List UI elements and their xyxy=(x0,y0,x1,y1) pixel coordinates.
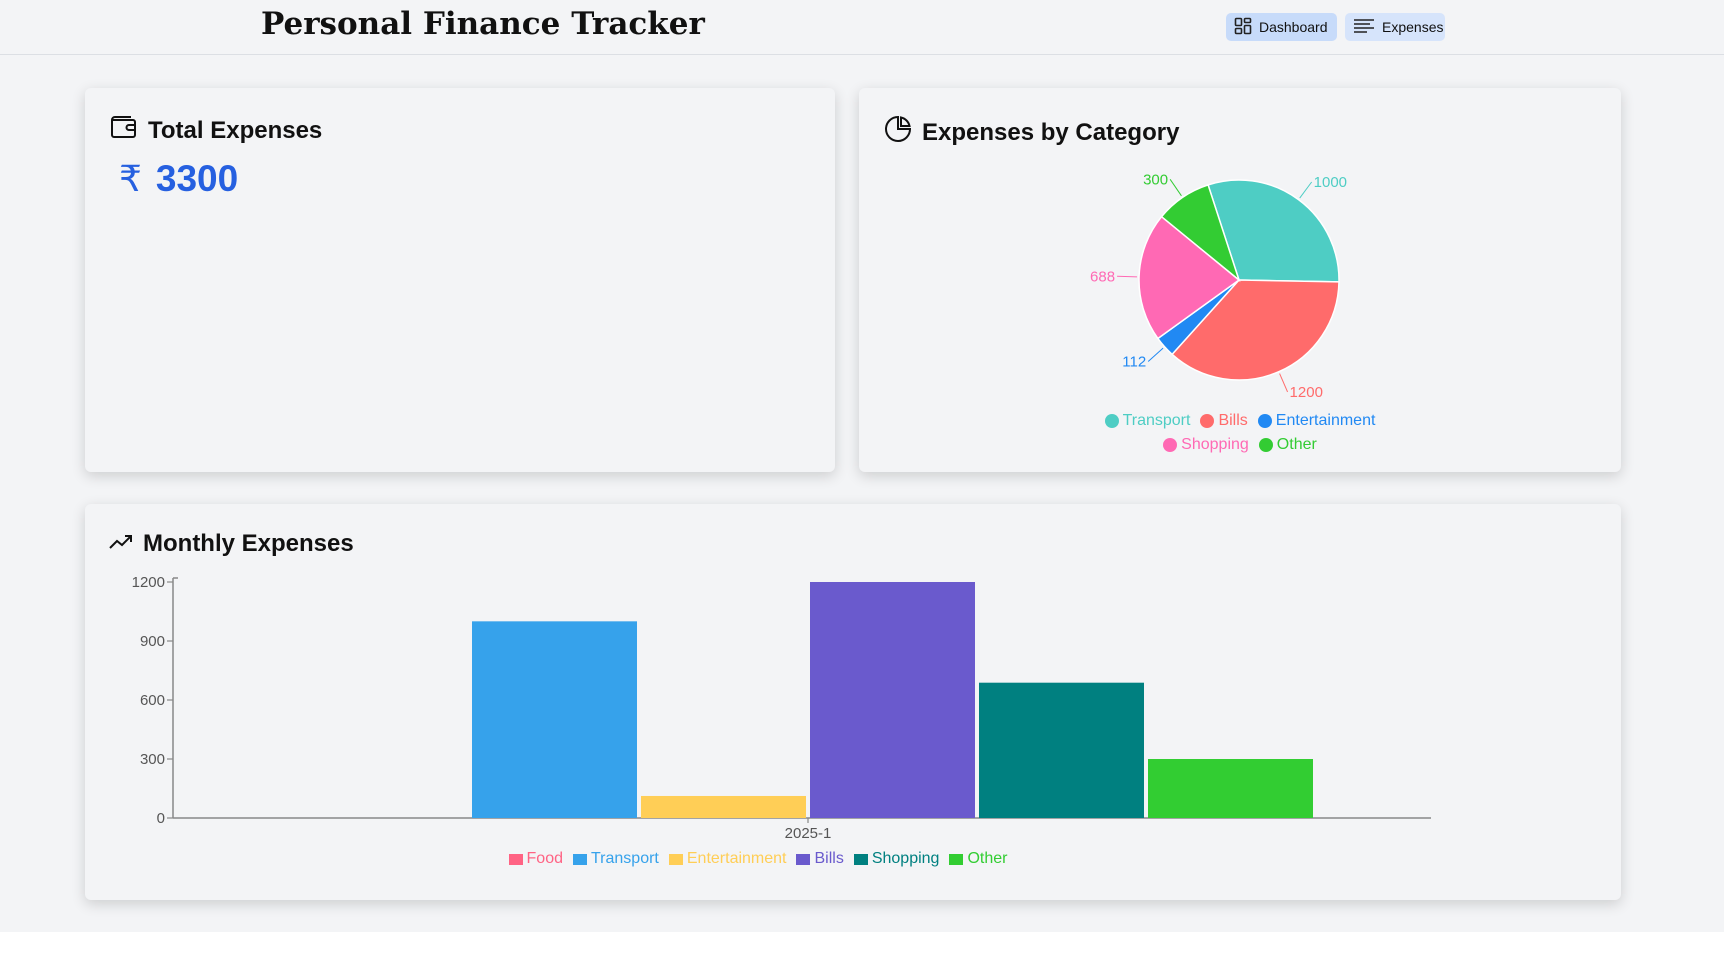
pie-label-line-bills xyxy=(1279,373,1289,393)
y-tick-label: 300 xyxy=(140,751,165,768)
monthly-bar-chart: 0 300 600 900 1200 2025-1 xyxy=(132,574,1431,842)
legend-label: Entertainment xyxy=(686,850,787,867)
bar-shopping[interactable] xyxy=(979,682,1144,818)
total-expenses-card: Total Expenses ₹ 3300 xyxy=(85,88,835,472)
bar-legend-item-bills[interactable]: Bills xyxy=(796,850,844,868)
y-tick-label: 900 xyxy=(140,633,165,650)
app-title: Personal Finance Tracker xyxy=(261,6,705,42)
pie-legend-item-transport[interactable]: Transport xyxy=(1104,412,1191,430)
y-tick-label: 600 xyxy=(140,692,165,709)
legend-label: Entertainment xyxy=(1275,412,1376,429)
legend-label: Food xyxy=(526,850,563,867)
legend-label: Transport xyxy=(1122,412,1191,429)
pie-legend-row: Shopping Other xyxy=(859,436,1621,454)
legend-label: Bills xyxy=(1218,412,1248,429)
pie-label-line-entertainment xyxy=(1147,347,1164,362)
bar-bills[interactable] xyxy=(810,582,975,818)
monthly-expenses-card: Monthly Expenses 0 300 600 900 1200 2025-1 Fo… xyxy=(85,504,1621,900)
pie-value-label-transport: 1000 xyxy=(1314,174,1347,191)
legend-swatch xyxy=(508,853,523,865)
page-footer xyxy=(0,932,1724,955)
pie-legend-row: Transport Bills Entertainment xyxy=(859,412,1621,430)
bar-legend-item-other[interactable]: Other xyxy=(949,850,1007,868)
bar-legend-item-entertainment[interactable]: Entertainment xyxy=(668,850,787,868)
legend-label: Bills xyxy=(814,850,844,867)
category-pie-chart: 1000 1200 112 688 300 xyxy=(1090,171,1347,401)
y-tick-label: 0 xyxy=(157,810,165,827)
pie-legend-item-shopping[interactable]: Shopping xyxy=(1163,436,1249,454)
legend-label: Shopping xyxy=(871,850,940,867)
total-expenses-title: Total Expenses xyxy=(148,116,323,144)
legend-swatch xyxy=(573,853,587,865)
legend-swatch xyxy=(949,853,964,865)
pie-value-label-bills: 1200 xyxy=(1290,384,1323,401)
legend-swatch xyxy=(1200,414,1215,428)
dashboard-grid-icon xyxy=(1234,17,1252,38)
bar-legend-item-shopping[interactable]: Shopping xyxy=(853,850,940,868)
pie-label-line-other xyxy=(1169,179,1182,197)
legend-swatch xyxy=(1104,414,1119,428)
nav-expenses-button[interactable]: Expenses xyxy=(1345,13,1445,41)
legend-swatch xyxy=(853,853,868,865)
nav-expenses-label: Expenses xyxy=(1382,19,1444,35)
total-amount: 3300 xyxy=(155,158,239,199)
pie-value-label-other: 300 xyxy=(1143,171,1168,188)
legend-label: Shopping xyxy=(1181,436,1249,453)
pie-legend-item-other[interactable]: Other xyxy=(1258,436,1317,454)
wallet-icon xyxy=(110,115,138,146)
legend-swatch xyxy=(1258,438,1273,452)
total-expenses-value: ₹ 3300 xyxy=(119,158,238,200)
pie-label-line-shopping xyxy=(1117,275,1138,278)
pie-value-label-entertainment: 112 xyxy=(1122,353,1146,370)
expenses-by-category-card: Expenses by Category 1000 1200 112 688 300 T… xyxy=(859,88,1621,472)
total-expenses-heading: Total Expenses xyxy=(110,115,322,146)
legend-swatch xyxy=(796,853,811,865)
y-tick-label: 1200 xyxy=(132,574,165,591)
list-icon xyxy=(1353,18,1375,37)
pie-legend: Transport Bills Entertainment Shopping Other xyxy=(859,412,1621,460)
bar-legend-item-food[interactable]: Food xyxy=(508,850,563,868)
pie-legend-item-bills[interactable]: Bills xyxy=(1200,412,1248,430)
pie-label-line-transport xyxy=(1299,181,1313,199)
legend-swatch xyxy=(1257,414,1272,428)
legend-label: Other xyxy=(1276,436,1317,453)
legend-label: Other xyxy=(967,850,1008,867)
legend-label: Transport xyxy=(591,850,659,867)
x-tick-label: 2025-1 xyxy=(785,825,832,842)
bar-transport[interactable] xyxy=(472,621,637,818)
app-header: Personal Finance Tracker Dashboard Expen… xyxy=(0,0,1724,55)
pie-legend-item-entertainment[interactable]: Entertainment xyxy=(1257,412,1376,430)
nav-dashboard-button[interactable]: Dashboard xyxy=(1226,13,1337,41)
legend-swatch xyxy=(668,853,683,865)
nav-dashboard-label: Dashboard xyxy=(1259,19,1328,35)
currency-symbol: ₹ xyxy=(119,158,142,200)
legend-swatch xyxy=(1163,438,1178,452)
bar-legend-item-transport[interactable]: Transport xyxy=(573,850,659,868)
bar-other[interactable] xyxy=(1148,759,1313,818)
bar-legend: Food Transport Entertainment Bills Shopping O… xyxy=(85,850,1431,868)
bar-entertainment[interactable] xyxy=(641,795,806,818)
pie-value-label-shopping: 688 xyxy=(1090,268,1115,285)
